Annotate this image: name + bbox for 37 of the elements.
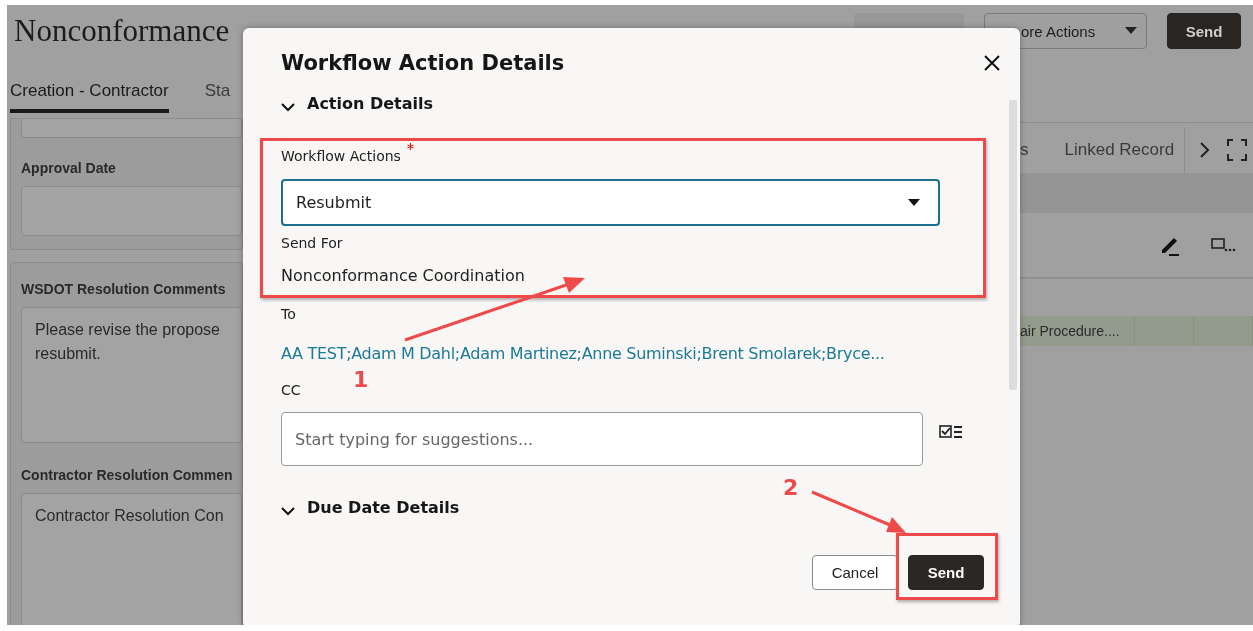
text-area[interactable]: Please revise the propose resubmit. bbox=[21, 307, 242, 443]
input-field[interactable] bbox=[21, 119, 242, 138]
checklist-icon[interactable] bbox=[939, 425, 963, 439]
field-label: WSDOT Resolution Comments bbox=[21, 281, 226, 297]
scrollbar[interactable] bbox=[1009, 100, 1017, 390]
recipients-link[interactable]: AA TEST;Adam M Dahl;Adam Martinez;Anne Suminski;Brent Smolarek;Bryce... bbox=[281, 344, 885, 364]
input-field[interactable] bbox=[21, 186, 242, 236]
select-field[interactable]: Resubmit bbox=[281, 179, 940, 226]
cc-input-field[interactable]: Start typing for suggestions... bbox=[281, 412, 923, 466]
send-button[interactable]: Send bbox=[1167, 13, 1241, 49]
field-label: To bbox=[281, 305, 296, 323]
close-icon[interactable] bbox=[984, 55, 1000, 71]
section-title[interactable]: Action Details bbox=[307, 94, 434, 114]
field-label: Workflow Actions bbox=[281, 147, 401, 165]
field-label: Send For bbox=[281, 234, 343, 252]
field-label: Approval Date bbox=[21, 160, 116, 176]
chevron-right-icon[interactable] bbox=[1199, 141, 1212, 159]
field-label: Contractor Resolution Commen bbox=[21, 467, 233, 483]
caret-icon bbox=[1125, 27, 1138, 35]
dialog-title: Workflow Action Details bbox=[281, 50, 565, 77]
chevron-down-icon[interactable] bbox=[281, 102, 295, 112]
page-title: Nonconformance bbox=[14, 13, 230, 49]
step-number: 1 bbox=[353, 367, 369, 393]
comment-icon[interactable] bbox=[1211, 238, 1237, 252]
caret-icon bbox=[908, 199, 920, 206]
send-button[interactable]: Send bbox=[908, 555, 984, 590]
tab[interactable]: s bbox=[1020, 140, 1029, 160]
tab[interactable]: Creation - Contractor bbox=[10, 75, 169, 113]
chevron-down-icon[interactable] bbox=[281, 506, 295, 516]
field-value: Nonconformance Coordination bbox=[281, 266, 525, 286]
tab[interactable]: Sta bbox=[204, 75, 231, 113]
cancel-button[interactable]: Cancel bbox=[812, 555, 898, 590]
text-area[interactable]: Contractor Resolution Con bbox=[21, 493, 242, 625]
fullscreen-icon[interactable] bbox=[1227, 139, 1248, 161]
field-label: CC bbox=[281, 381, 301, 399]
section-title[interactable]: Due Date Details bbox=[307, 498, 460, 518]
step-number: 2 bbox=[783, 475, 799, 501]
